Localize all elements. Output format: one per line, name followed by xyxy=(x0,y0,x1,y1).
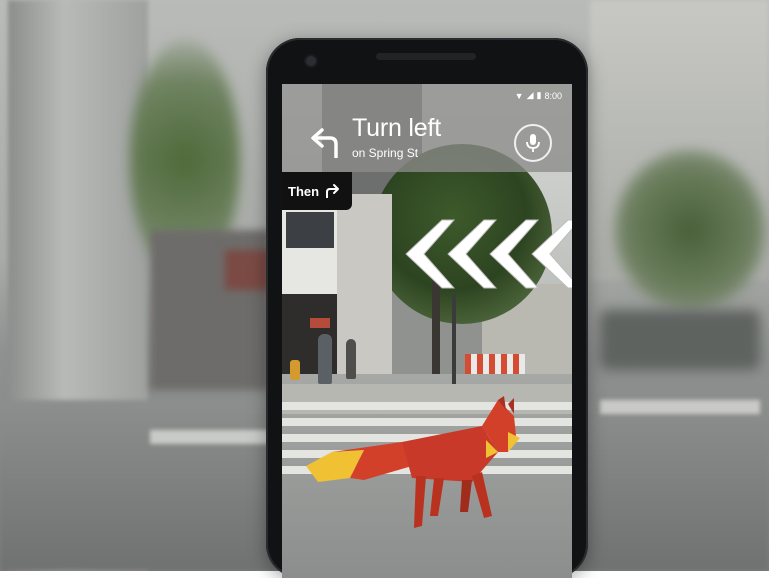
navigation-card: ▼ ◢ ▮ 8:00 Turn left on Spring St xyxy=(282,84,572,172)
background-awning xyxy=(225,250,270,290)
phone-screen: ▼ ◢ ▮ 8:00 Turn left on Spring St Then xyxy=(282,84,572,578)
camera-traffic-barriers xyxy=(465,354,525,374)
status-time: 8:00 xyxy=(544,90,562,101)
camera-store-sign xyxy=(310,318,330,328)
turn-left-arrow-icon xyxy=(311,128,338,158)
next-turn-chip: Then xyxy=(282,172,352,210)
phone-device: ▼ ◢ ▮ 8:00 Turn left on Spring St Then xyxy=(266,38,588,578)
front-camera xyxy=(306,56,316,66)
chevron-left-icon xyxy=(489,219,540,289)
wifi-icon: ▼ xyxy=(514,90,524,101)
camera-fire-hydrant xyxy=(290,360,300,380)
status-bar: ▼ ◢ ▮ 8:00 xyxy=(515,90,562,101)
street-name: on Spring St xyxy=(352,146,419,160)
camera-pedestrian xyxy=(318,334,332,384)
background-tree-right xyxy=(615,150,765,310)
ar-fox-guide xyxy=(306,396,520,528)
turn-instruction: Turn left xyxy=(352,114,441,142)
chevron-left-icon xyxy=(405,219,456,289)
background-parked-cars xyxy=(600,310,760,370)
background-crosswalk-stripe xyxy=(150,430,270,444)
ar-direction-chevrons xyxy=(405,219,572,289)
chevron-left-icon xyxy=(531,219,572,289)
background-crosswalk-stripe xyxy=(600,400,760,414)
turn-right-arrow-icon xyxy=(326,184,340,198)
chevron-left-icon xyxy=(447,219,498,289)
microphone-icon xyxy=(526,134,540,152)
next-turn-label: Then xyxy=(288,183,320,199)
signal-icon: ◢ xyxy=(526,90,534,100)
battery-icon: ▮ xyxy=(536,90,542,100)
camera-pedestrian xyxy=(346,339,356,379)
camera-traffic-pole xyxy=(452,294,456,384)
voice-search-button[interactable] xyxy=(514,124,552,162)
camera-building-window xyxy=(286,212,334,248)
earpiece-speaker xyxy=(376,53,476,60)
